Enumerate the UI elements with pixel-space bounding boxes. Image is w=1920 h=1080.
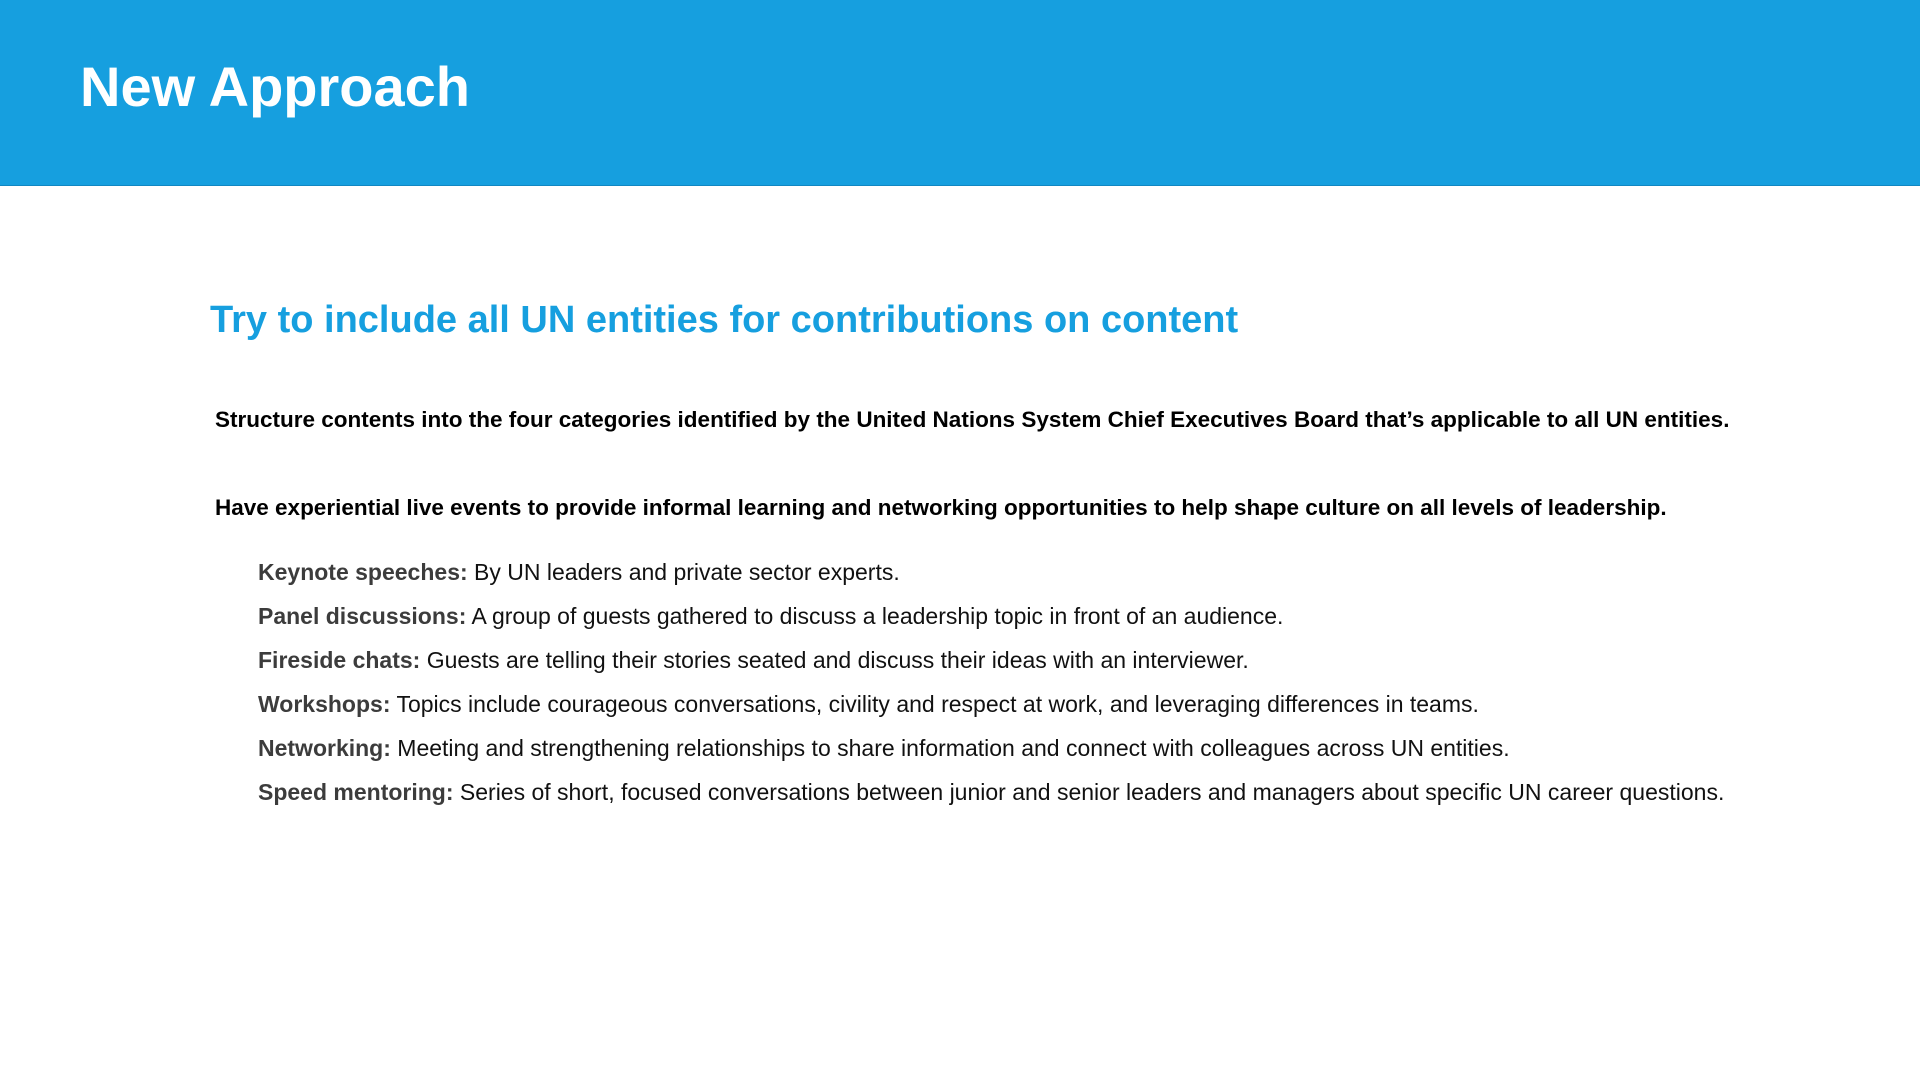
event-item-networking: Networking: Meeting and strengthening re… [258,726,1730,770]
event-term: Fireside chats: [258,647,421,673]
event-description: A group of guests gathered to discuss a … [471,603,1284,629]
page-title: New Approach [80,55,470,118]
paragraph-live-events: Have experiential live events to provide… [215,495,1667,520]
event-item-speed-mentoring: Speed mentoring: Series of short, focuse… [258,770,1730,814]
event-types-list: Keynote speeches: By UN leaders and priv… [210,550,1730,814]
event-term: Keynote speeches: [258,559,468,585]
event-item-fireside: Fireside chats: Guests are telling their… [258,638,1730,682]
event-description: Series of short, focused conversations b… [459,779,1725,805]
event-term: Networking: [258,735,391,761]
event-description: By UN leaders and private sector experts… [474,559,900,585]
event-term: Speed mentoring: [258,779,454,805]
event-term: Panel discussions: [258,603,467,629]
event-description: Guests are telling their stories seated … [426,647,1249,673]
event-description: Topics include courageous conversations,… [396,691,1479,717]
paragraph-structure-contents: Structure contents into the four categor… [215,407,1730,432]
event-item-workshops: Workshops: Topics include courageous con… [258,682,1730,726]
event-description: Meeting and strengthening relationships … [397,735,1510,761]
slide-subtitle: Try to include all UN entities for contr… [210,299,1239,341]
event-item-keynote: Keynote speeches: By UN leaders and priv… [258,550,1730,594]
event-item-panel: Panel discussions: A group of guests gat… [258,594,1730,638]
event-term: Workshops: [258,691,391,717]
slide-content: Try to include all UN entities for contr… [210,290,1730,814]
header-bar: New Approach [0,0,1920,186]
